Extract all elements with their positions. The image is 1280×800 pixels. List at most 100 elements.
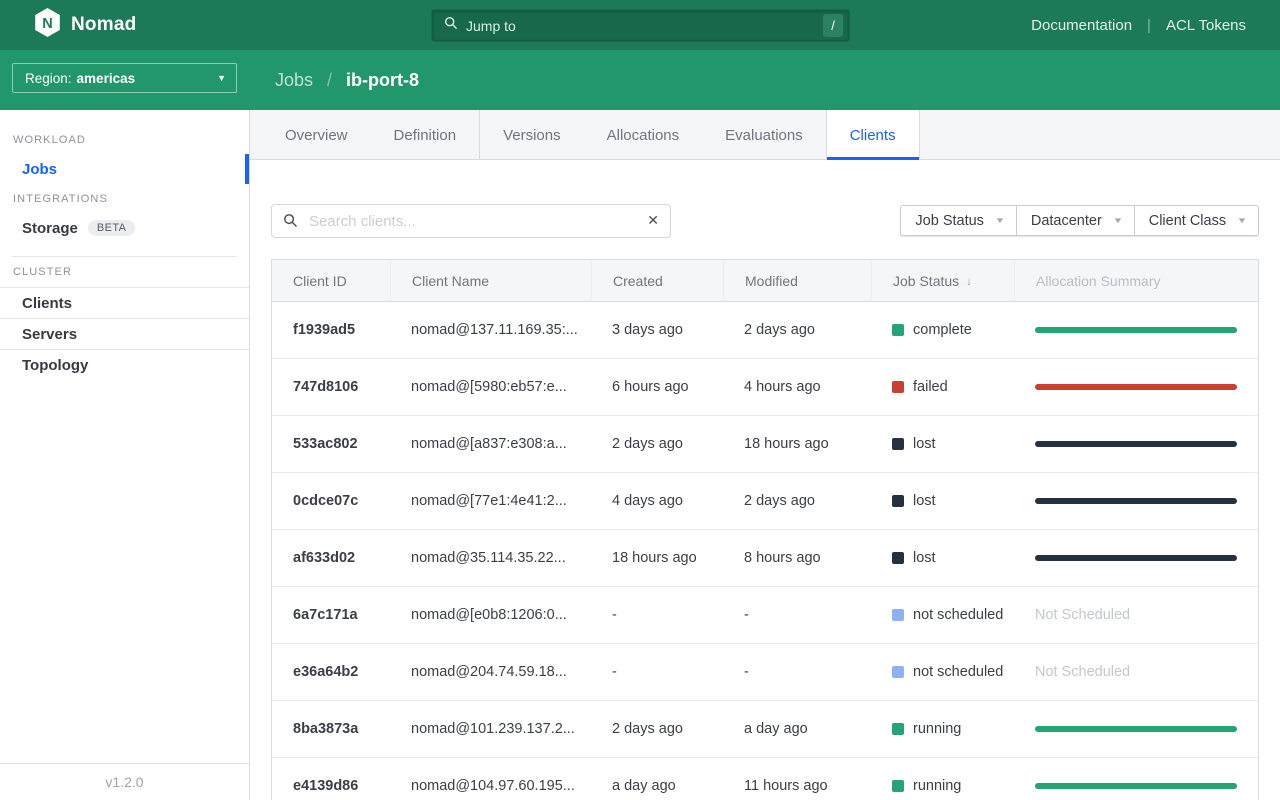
nomad-logo[interactable]: N Nomad <box>34 0 136 50</box>
breadcrumb-jobs-link[interactable]: Jobs <box>275 70 313 91</box>
beta-badge: BETA <box>88 220 136 236</box>
modified-cell: 2 days ago <box>723 322 871 338</box>
client-id-cell: f1939ad5 <box>272 322 390 338</box>
job-status-cell: running <box>871 721 1014 737</box>
table-row[interactable]: e4139d86nomad@104.97.60.195...a day ago1… <box>272 758 1258 800</box>
table-row[interactable]: e36a64b2nomad@204.74.59.18...--not sched… <box>272 644 1258 701</box>
allocation-bar <box>1035 726 1237 732</box>
tab-clients[interactable]: Clients <box>826 110 920 160</box>
table-header-row: Client IDClient NameCreated Modified Job S… <box>272 260 1258 302</box>
documentation-link[interactable]: Documentation <box>1031 17 1132 34</box>
client-name-cell: nomad@[a837:e308:a... <box>390 436 591 452</box>
caret-down-icon: ▼ <box>995 216 1006 225</box>
job-status-cell: not scheduled <box>871 664 1014 680</box>
search-clients-box: ✕ <box>271 204 671 238</box>
created-cell: 18 hours ago <box>591 550 723 566</box>
table-row[interactable]: 0cdce07cnomad@[77e1:4e41:2...4 days ago2… <box>272 473 1258 530</box>
tab-definition[interactable]: Definition <box>371 110 480 160</box>
main-content: ✕ Job Status▼Datacenter▼Client Class▼ Cl… <box>250 160 1280 800</box>
table-row[interactable]: 533ac802nomad@[a837:e308:a...2 days ago1… <box>272 416 1258 473</box>
breadcrumb: Jobs / ib-port-8 <box>275 50 419 110</box>
client-id-cell: 0cdce07c <box>272 493 390 509</box>
table-row[interactable]: 747d8106nomad@[5980:eb57:e...6 hours ago… <box>272 359 1258 416</box>
table-body: f1939ad5nomad@137.11.169.35:...3 days ag… <box>272 302 1258 800</box>
allocation-not-scheduled-label: Not Scheduled <box>1035 607 1130 623</box>
column-header-client-name[interactable]: Client Name <box>390 260 591 301</box>
clear-search-icon[interactable]: ✕ <box>647 212 659 229</box>
job-status-cell: failed <box>871 379 1014 395</box>
sidebar: WORKLOADJobsINTEGRATIONSStorageBETACLUST… <box>0 110 250 800</box>
filter-group: Job Status▼Datacenter▼Client Class▼ <box>900 205 1259 236</box>
sidebar-item-jobs[interactable]: Jobs <box>0 154 249 184</box>
status-color-icon <box>892 666 904 678</box>
sidebar-item-label: Servers <box>22 326 77 343</box>
region-selector[interactable]: Region: americas ▼ <box>12 63 237 93</box>
client-name-cell: nomad@101.239.137.2... <box>390 721 591 737</box>
column-label: Modified <box>745 273 798 289</box>
allocation-summary-cell <box>1014 327 1258 333</box>
filter-label: Client Class <box>1149 213 1226 229</box>
status-label: running <box>913 778 961 794</box>
allocation-bar <box>1035 441 1237 447</box>
topnav-links: Documentation | ACL Tokens <box>1031 0 1246 50</box>
client-name-cell: nomad@204.74.59.18... <box>390 664 591 680</box>
modified-cell: 11 hours ago <box>723 778 871 794</box>
allocation-summary-cell: Not Scheduled <box>1014 664 1258 680</box>
column-header-modified[interactable]: Modified <box>723 260 871 301</box>
acl-tokens-link[interactable]: ACL Tokens <box>1166 17 1246 34</box>
allocation-bar <box>1035 783 1237 789</box>
column-header-created[interactable]: Created <box>591 260 723 301</box>
sidebar-item-topology[interactable]: Topology <box>0 349 249 380</box>
nomad-hexagon-icon: N <box>34 8 61 42</box>
filter-client-class[interactable]: Client Class▼ <box>1134 205 1259 236</box>
version-label: v1.2.0 <box>0 763 249 800</box>
status-color-icon <box>892 723 904 735</box>
filter-datacenter[interactable]: Datacenter▼ <box>1016 205 1135 236</box>
table-row[interactable]: af633d02nomad@35.114.35.22...18 hours ag… <box>272 530 1258 587</box>
status-color-icon <box>892 495 904 507</box>
allocation-bar <box>1035 555 1237 561</box>
table-row[interactable]: f1939ad5nomad@137.11.169.35:...3 days ag… <box>272 302 1258 359</box>
jump-to-search[interactable]: / <box>432 10 849 41</box>
job-status-cell: lost <box>871 493 1014 509</box>
sidebar-divider <box>12 256 237 257</box>
sidebar-item-storage[interactable]: StorageBETA <box>0 213 249 243</box>
sidebar-item-servers[interactable]: Servers <box>0 318 249 349</box>
filter-job-status[interactable]: Job Status▼ <box>900 205 1016 236</box>
sort-desc-icon: ↓ <box>966 274 972 288</box>
client-id-cell: e36a64b2 <box>272 664 390 680</box>
sidebar-item-clients[interactable]: Clients <box>0 287 249 318</box>
page-title: ib-port-8 <box>346 70 419 91</box>
search-icon <box>283 213 298 233</box>
modified-cell: 2 days ago <box>723 493 871 509</box>
table-row[interactable]: 6a7c171anomad@[e0b8:1206:0...--not sched… <box>272 587 1258 644</box>
modified-cell: - <box>723 607 871 623</box>
modified-cell: 18 hours ago <box>723 436 871 452</box>
tab-overview[interactable]: Overview <box>262 110 371 160</box>
job-status-cell: complete <box>871 322 1014 338</box>
allocation-summary-cell <box>1014 726 1258 732</box>
allocation-summary-cell: Not Scheduled <box>1014 607 1258 623</box>
caret-down-icon: ▼ <box>217 73 226 83</box>
client-name-cell: nomad@137.11.169.35:... <box>390 322 591 338</box>
client-id-cell: af633d02 <box>272 550 390 566</box>
column-header-client-id[interactable]: Client ID <box>272 260 390 301</box>
client-id-cell: 8ba3873a <box>272 721 390 737</box>
column-header-job-status[interactable]: Job Status ↓ <box>871 260 1014 301</box>
job-status-cell: lost <box>871 436 1014 452</box>
client-id-cell: 747d8106 <box>272 379 390 395</box>
tab-versions[interactable]: Versions <box>479 110 584 160</box>
jump-to-input[interactable] <box>466 18 823 34</box>
client-id-cell: 533ac802 <box>272 436 390 452</box>
created-cell: 2 days ago <box>591 721 723 737</box>
table-row[interactable]: 8ba3873anomad@101.239.137.2...2 days ago… <box>272 701 1258 758</box>
allocation-bar <box>1035 498 1237 504</box>
tab-evaluations[interactable]: Evaluations <box>702 110 826 160</box>
column-label: Job Status <box>893 273 959 289</box>
client-name-cell: nomad@[5980:eb57:e... <box>390 379 591 395</box>
tab-allocations[interactable]: Allocations <box>584 110 703 160</box>
search-clients-input[interactable] <box>271 204 671 238</box>
slash-shortcut-key: / <box>823 14 843 37</box>
filter-label: Datacenter <box>1031 213 1102 229</box>
sidebar-section-heading: INTEGRATIONS <box>13 193 237 205</box>
